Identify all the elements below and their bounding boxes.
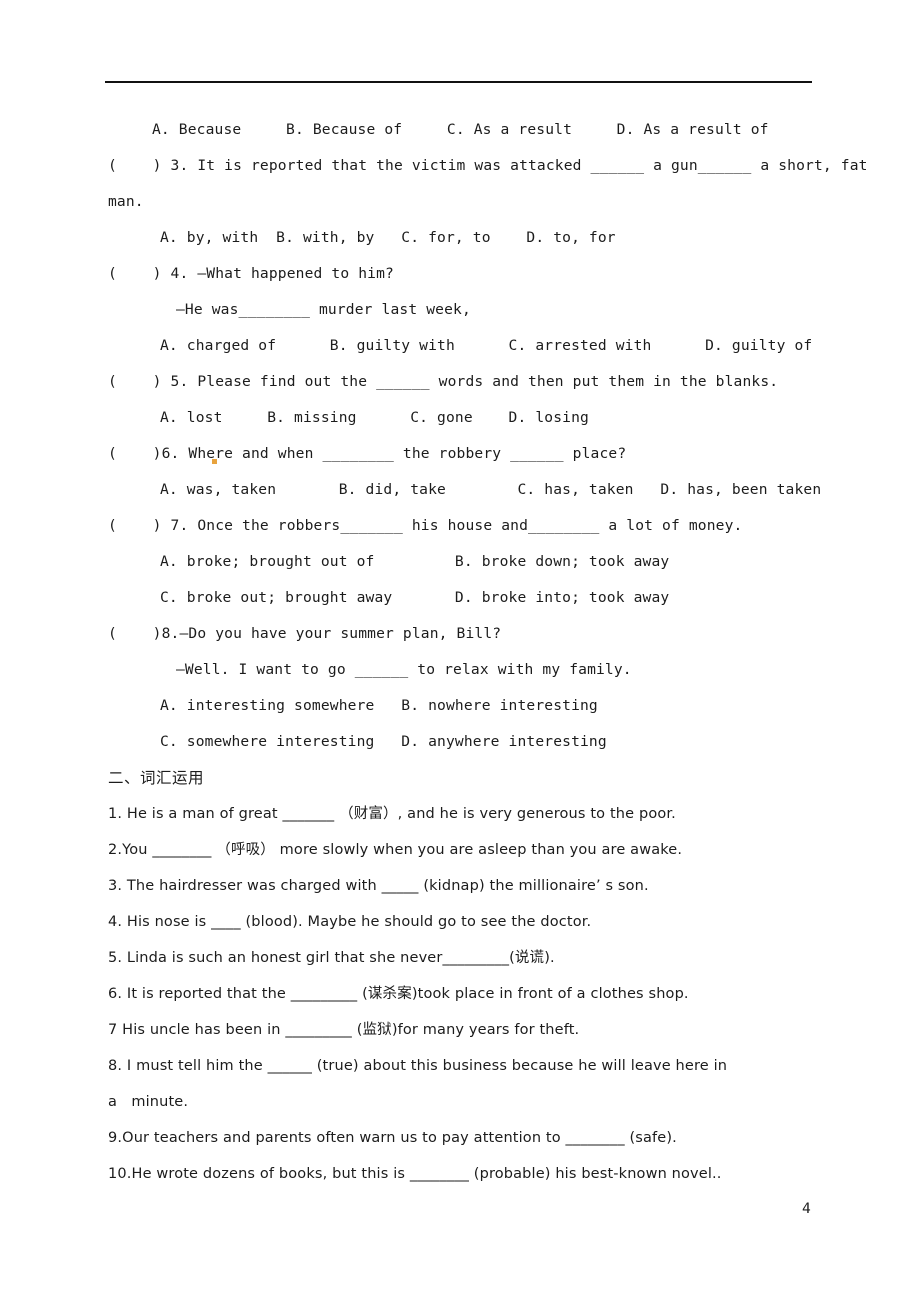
- vocabulary-item-8: 8. I must tell him the ______ (true) abo…: [108, 1058, 728, 1074]
- page-number: 4: [802, 1200, 811, 1217]
- question-5-stem: ( ) 5. Please find out the ______ words …: [108, 373, 779, 390]
- answer-options-q8-ab: A. interesting somewhere B. nowhere inte…: [160, 697, 598, 714]
- spellcheck-mark-icon: [212, 459, 217, 464]
- question-8-stem: ( )8.—Do you have your summer plan, Bill…: [108, 625, 502, 642]
- document-body: A. Because B. Because of C. As a result …: [0, 112, 920, 1192]
- vocabulary-item-2: 2.You ________ （呼吸） more slowly when you…: [108, 842, 683, 858]
- question-8-stem-continuation: —Well. I want to go ______ to relax with…: [176, 661, 632, 678]
- vocabulary-item-8-continuation: a minute.: [108, 1094, 189, 1110]
- answer-options-q7-cd: C. broke out; brought away D. broke into…: [160, 589, 670, 606]
- question-7-stem: ( ) 7. Once the robbers_______ his house…: [108, 517, 743, 534]
- question-3-stem-continuation: man.: [108, 193, 144, 210]
- vocabulary-item-7: 7 His uncle has been in _________ (监狱)fo…: [108, 1022, 580, 1038]
- section-heading-vocabulary: 二、词汇运用: [108, 769, 205, 787]
- answer-options-q3: A. by, with B. with, by C. for, to D. to…: [160, 229, 616, 246]
- vocabulary-item-10: 10.He wrote dozens of books, but this is…: [108, 1166, 722, 1182]
- header-rule-divider: [105, 81, 812, 83]
- answer-options-q2: A. Because B. Because of C. As a result …: [152, 121, 769, 138]
- vocabulary-item-3: 3. The hairdresser was charged with ____…: [108, 878, 649, 894]
- question-6-stem: ( )6. Where and when ________ the robber…: [108, 445, 627, 462]
- vocabulary-item-9: 9.Our teachers and parents often warn us…: [108, 1130, 677, 1146]
- document-page: A. Because B. Because of C. As a result …: [0, 0, 920, 1302]
- vocabulary-item-4: 4. His nose is ____ (blood). Maybe he sh…: [108, 914, 592, 930]
- question-4-stem-continuation: —He was________ murder last week,: [176, 301, 471, 318]
- question-4-stem: ( ) 4. —What happened to him?: [108, 265, 394, 282]
- vocabulary-item-5: 5. Linda is such an honest girl that she…: [108, 950, 555, 966]
- vocabulary-item-1: 1. He is a man of great _______ （财富）, an…: [108, 806, 676, 822]
- answer-options-q7-ab: A. broke; brought out of B. broke down; …: [160, 553, 670, 570]
- answer-options-q4: A. charged of B. guilty with C. arrested…: [160, 337, 813, 354]
- answer-options-q5: A. lost B. missing C. gone D. losing: [160, 409, 589, 426]
- question-3-stem: ( ) 3. It is reported that the victim wa…: [108, 157, 868, 174]
- vocabulary-item-6: 6. It is reported that the _________ (谋杀…: [108, 986, 689, 1002]
- answer-options-q6: A. was, taken B. did, take C. has, taken…: [160, 481, 822, 498]
- answer-options-q8-cd: C. somewhere interesting D. anywhere int…: [160, 733, 607, 750]
